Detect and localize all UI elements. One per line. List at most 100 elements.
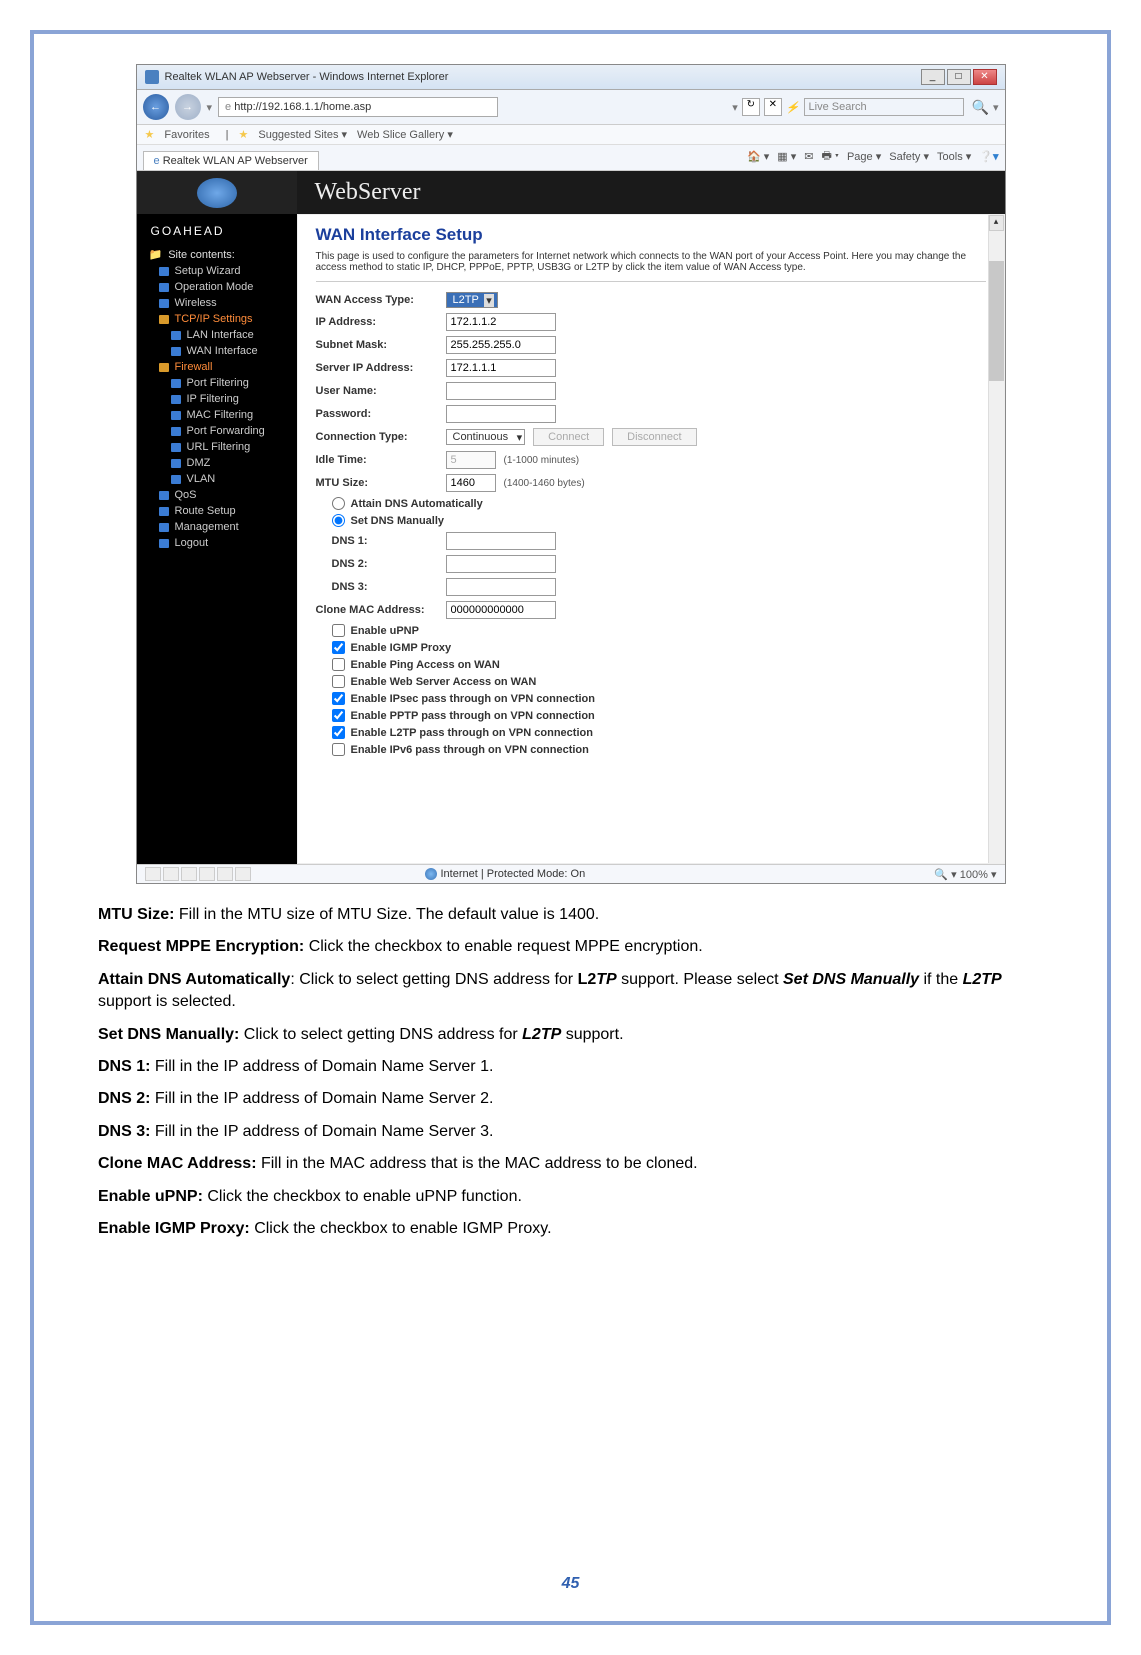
sidebar-root[interactable]: 📁 Site contents: bbox=[141, 246, 293, 263]
sidebar-item-tcpip[interactable]: TCP/IP Settings bbox=[141, 311, 293, 327]
zone-icon bbox=[425, 868, 437, 880]
status-text: Internet | Protected Mode: On bbox=[441, 868, 586, 880]
attain-dns-radio[interactable] bbox=[332, 497, 345, 510]
content-title: WAN Interface Setup bbox=[316, 225, 986, 245]
window-title: Realtek WLAN AP Webserver - Windows Inte… bbox=[165, 71, 449, 83]
browser-tab[interactable]: e Realtek WLAN AP Webserver bbox=[143, 151, 319, 170]
enable-ipv6-checkbox[interactable] bbox=[332, 743, 345, 756]
scrollbar-thumb[interactable] bbox=[989, 261, 1004, 381]
tools-menu[interactable]: Tools ▾ bbox=[937, 150, 971, 163]
zoom-level[interactable]: 100% bbox=[960, 869, 988, 881]
sidebar-item-wireless[interactable]: Wireless bbox=[141, 295, 293, 311]
sidebar-item-qos[interactable]: QoS bbox=[141, 487, 293, 503]
enable-igmp-checkbox[interactable] bbox=[332, 641, 345, 654]
clone-mac-input[interactable] bbox=[446, 601, 556, 619]
ie-window: Realtek WLAN AP Webserver - Windows Inte… bbox=[136, 64, 1006, 884]
tab-bar: e Realtek WLAN AP Webserver 🏠 ▾ ▦ ▾ ✉ 🖶 … bbox=[137, 145, 1005, 171]
goahead-logo: GOAHEAD bbox=[141, 220, 293, 246]
sidebar-item-url-filtering[interactable]: URL Filtering bbox=[141, 439, 293, 455]
help-icon[interactable]: ❔▾ bbox=[979, 150, 998, 163]
status-bar: Internet | Protected Mode: On 🔍 ▾ 100% ▾ bbox=[137, 864, 1005, 883]
content-scrollbar[interactable]: ▴ bbox=[988, 215, 1004, 863]
wan-access-label: WAN Access Type: bbox=[316, 294, 446, 306]
ip-address-input[interactable] bbox=[446, 313, 556, 331]
dns2-label: DNS 2: bbox=[332, 558, 446, 570]
enable-l2tp-checkbox[interactable] bbox=[332, 726, 345, 739]
conn-type-select[interactable]: Continuous▾ bbox=[446, 429, 526, 445]
subnet-mask-input[interactable] bbox=[446, 336, 556, 354]
page-menu[interactable]: Page ▾ bbox=[847, 150, 881, 163]
maximize-button[interactable]: □ bbox=[947, 69, 971, 85]
subnet-mask-label: Subnet Mask: bbox=[316, 339, 446, 351]
print-icon[interactable]: 🖶 ▾ bbox=[821, 147, 839, 166]
attain-dns-label: Attain DNS Automatically bbox=[351, 498, 483, 510]
favorites-star-icon[interactable]: ★ bbox=[145, 128, 155, 141]
idle-time-hint: (1-1000 minutes) bbox=[504, 455, 580, 466]
sidebar-item-dmz[interactable]: DMZ bbox=[141, 455, 293, 471]
enable-upnp-checkbox[interactable] bbox=[332, 624, 345, 637]
enable-ipsec-label: Enable IPsec pass through on VPN connect… bbox=[351, 693, 596, 705]
refresh-icon[interactable]: ↻ bbox=[742, 98, 760, 116]
wan-access-select[interactable]: L2TP bbox=[446, 292, 498, 308]
safety-menu[interactable]: Safety ▾ bbox=[889, 150, 929, 163]
server-ip-input[interactable] bbox=[446, 359, 556, 377]
username-input[interactable] bbox=[446, 382, 556, 400]
mtu-size-hint: (1400-1460 bytes) bbox=[504, 478, 585, 489]
dns3-input[interactable] bbox=[446, 578, 556, 596]
url-input[interactable]: e http://192.168.1.1/home.asp bbox=[218, 97, 498, 117]
scroll-up-icon[interactable]: ▴ bbox=[989, 215, 1004, 231]
ie-icon bbox=[145, 70, 159, 84]
enable-upnp-label: Enable uPNP bbox=[351, 625, 419, 637]
sidebar-item-port-forwarding[interactable]: Port Forwarding bbox=[141, 423, 293, 439]
enable-ipv6-label: Enable IPv6 pass through on VPN connecti… bbox=[351, 744, 589, 756]
set-dns-radio[interactable] bbox=[332, 514, 345, 527]
sidebar-item-mac-filtering[interactable]: MAC Filtering bbox=[141, 407, 293, 423]
address-bar: ← → ▾ e http://192.168.1.1/home.asp ▾ ↻ … bbox=[137, 90, 1005, 125]
web-slice-link[interactable]: Web Slice Gallery ▾ bbox=[357, 128, 453, 141]
sidebar-item-logout[interactable]: Logout bbox=[141, 535, 293, 551]
dns1-input[interactable] bbox=[446, 532, 556, 550]
enable-ipsec-checkbox[interactable] bbox=[332, 692, 345, 705]
window-controls: _ □ ✕ bbox=[921, 69, 997, 85]
dns3-label: DNS 3: bbox=[332, 581, 446, 593]
disconnect-button[interactable]: Disconnect bbox=[612, 428, 696, 446]
minimize-button[interactable]: _ bbox=[921, 69, 945, 85]
sidebar-item-setup-wizard[interactable]: Setup Wizard bbox=[141, 263, 293, 279]
connect-button[interactable]: Connect bbox=[533, 428, 604, 446]
sidebar-item-firewall[interactable]: Firewall bbox=[141, 359, 293, 375]
favorites-bar: ★ Favorites | ★ Suggested Sites ▾ Web Sl… bbox=[137, 125, 1005, 145]
suggested-sites-link[interactable]: Suggested Sites ▾ bbox=[258, 128, 347, 141]
back-button[interactable]: ← bbox=[143, 94, 169, 120]
enable-web-checkbox[interactable] bbox=[332, 675, 345, 688]
sidebar-item-ip-filtering[interactable]: IP Filtering bbox=[141, 391, 293, 407]
search-icon[interactable]: 🔍 bbox=[972, 99, 989, 116]
clone-mac-label: Clone MAC Address: bbox=[316, 604, 446, 616]
sidebar-item-vlan[interactable]: VLAN bbox=[141, 471, 293, 487]
read-mail-icon[interactable]: ✉ bbox=[804, 150, 813, 163]
password-input[interactable] bbox=[446, 405, 556, 423]
document-body: MTU Size: Fill in the MTU size of MTU Si… bbox=[98, 904, 1043, 1240]
live-search-icon: ⚡ bbox=[786, 101, 800, 114]
sidebar-item-operation-mode[interactable]: Operation Mode bbox=[141, 279, 293, 295]
favorites-label[interactable]: Favorites bbox=[164, 129, 209, 141]
content-desc: This page is used to configure the param… bbox=[316, 251, 986, 282]
username-label: User Name: bbox=[316, 385, 446, 397]
mtu-size-input[interactable] bbox=[446, 474, 496, 492]
stop-icon[interactable]: ✕ bbox=[764, 98, 782, 116]
search-input[interactable]: Live Search bbox=[804, 98, 964, 116]
sidebar-item-wan[interactable]: WAN Interface bbox=[141, 343, 293, 359]
enable-ping-checkbox[interactable] bbox=[332, 658, 345, 671]
forward-button[interactable]: → bbox=[175, 94, 201, 120]
enable-pptp-checkbox[interactable] bbox=[332, 709, 345, 722]
zoom-icon[interactable]: 🔍 ▾ bbox=[934, 869, 956, 881]
feeds-icon[interactable]: ▦ ▾ bbox=[777, 150, 796, 163]
close-button[interactable]: ✕ bbox=[973, 69, 997, 85]
sidebar-item-management[interactable]: Management bbox=[141, 519, 293, 535]
dns2-input[interactable] bbox=[446, 555, 556, 573]
sidebar-item-lan[interactable]: LAN Interface bbox=[141, 327, 293, 343]
page-number: 45 bbox=[34, 1575, 1107, 1593]
home-icon[interactable]: 🏠 ▾ bbox=[747, 150, 769, 163]
fav-star-icon: ★ bbox=[238, 128, 248, 141]
sidebar-item-route-setup[interactable]: Route Setup bbox=[141, 503, 293, 519]
sidebar-item-port-filtering[interactable]: Port Filtering bbox=[141, 375, 293, 391]
